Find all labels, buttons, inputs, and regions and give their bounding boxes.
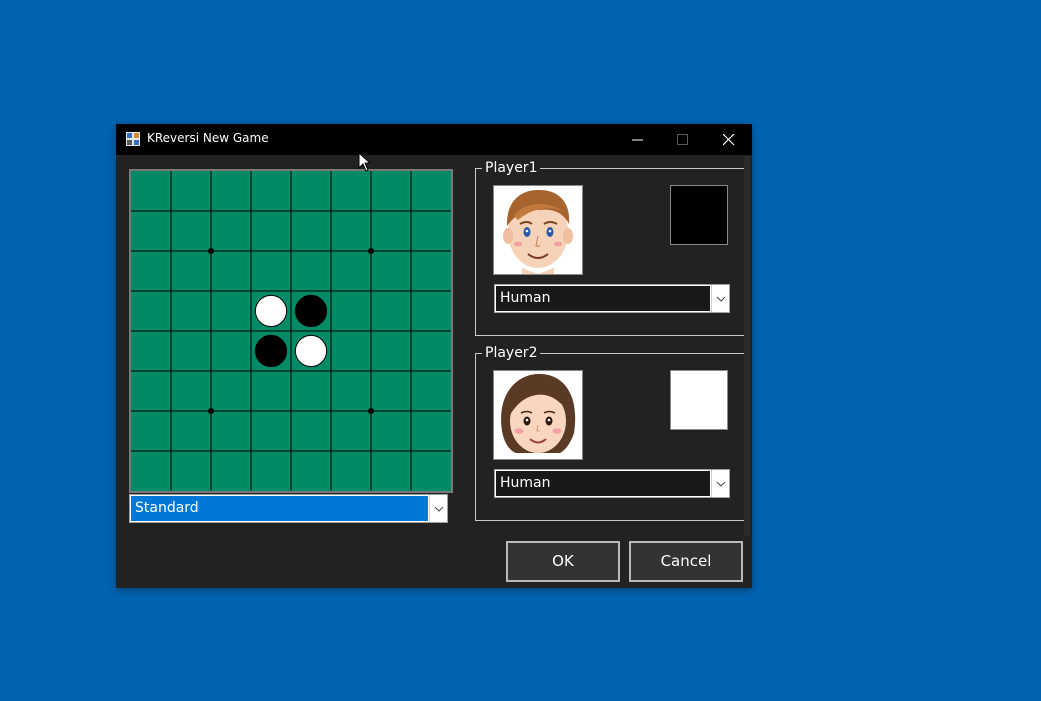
player1-label: Player1 <box>482 159 541 177</box>
minimize-button[interactable] <box>615 124 661 155</box>
star-point <box>208 248 214 254</box>
player1-type-value: Human <box>496 286 710 311</box>
ok-button[interactable]: OK <box>506 541 620 582</box>
title-bar[interactable]: KReversi New Game <box>116 124 752 155</box>
new-game-dialog: KReversi New Game Standard Player1 Human… <box>116 124 752 588</box>
chevron-down-icon <box>716 481 726 487</box>
dropdown-arrow[interactable] <box>711 470 729 497</box>
maximize-button[interactable] <box>660 124 706 155</box>
mouse-pointer-icon <box>358 152 372 172</box>
app-icon <box>126 132 140 146</box>
board-preview <box>129 169 453 493</box>
white-piece <box>294 334 328 368</box>
woman-face-avatar[interactable] <box>493 370 583 460</box>
board-layout-dropdown[interactable]: Standard <box>129 494 448 523</box>
star-point <box>208 408 214 414</box>
cancel-button[interactable]: Cancel <box>629 541 743 582</box>
woman-face-icon <box>501 373 576 453</box>
player2-label: Player2 <box>482 344 541 362</box>
man-face-icon <box>503 189 573 274</box>
board-grid <box>131 171 451 491</box>
dropdown-arrow[interactable] <box>429 495 447 522</box>
player2-group: Player2 Human <box>475 344 745 521</box>
star-point <box>368 408 374 414</box>
white-piece <box>254 294 288 328</box>
man-face-avatar[interactable] <box>493 185 583 275</box>
close-icon <box>723 134 735 146</box>
black-piece <box>254 334 288 368</box>
player1-color-swatch[interactable] <box>670 185 728 245</box>
chevron-down-icon <box>716 296 726 302</box>
dropdown-arrow[interactable] <box>711 285 729 312</box>
close-button[interactable] <box>706 124 752 155</box>
maximize-icon <box>677 134 688 145</box>
board-layout-value: Standard <box>131 496 428 521</box>
player1-group: Player1 Human <box>475 159 745 336</box>
scrollbar-strip <box>744 156 750 536</box>
black-piece <box>294 294 328 328</box>
player2-type-dropdown[interactable]: Human <box>494 469 730 498</box>
player2-color-swatch[interactable] <box>670 370 728 430</box>
player2-type-value: Human <box>496 471 710 496</box>
chevron-down-icon <box>434 506 444 512</box>
minimize-icon <box>632 139 643 141</box>
player1-type-dropdown[interactable]: Human <box>494 284 730 313</box>
star-point <box>368 248 374 254</box>
window-title: KReversi New Game <box>147 131 269 145</box>
